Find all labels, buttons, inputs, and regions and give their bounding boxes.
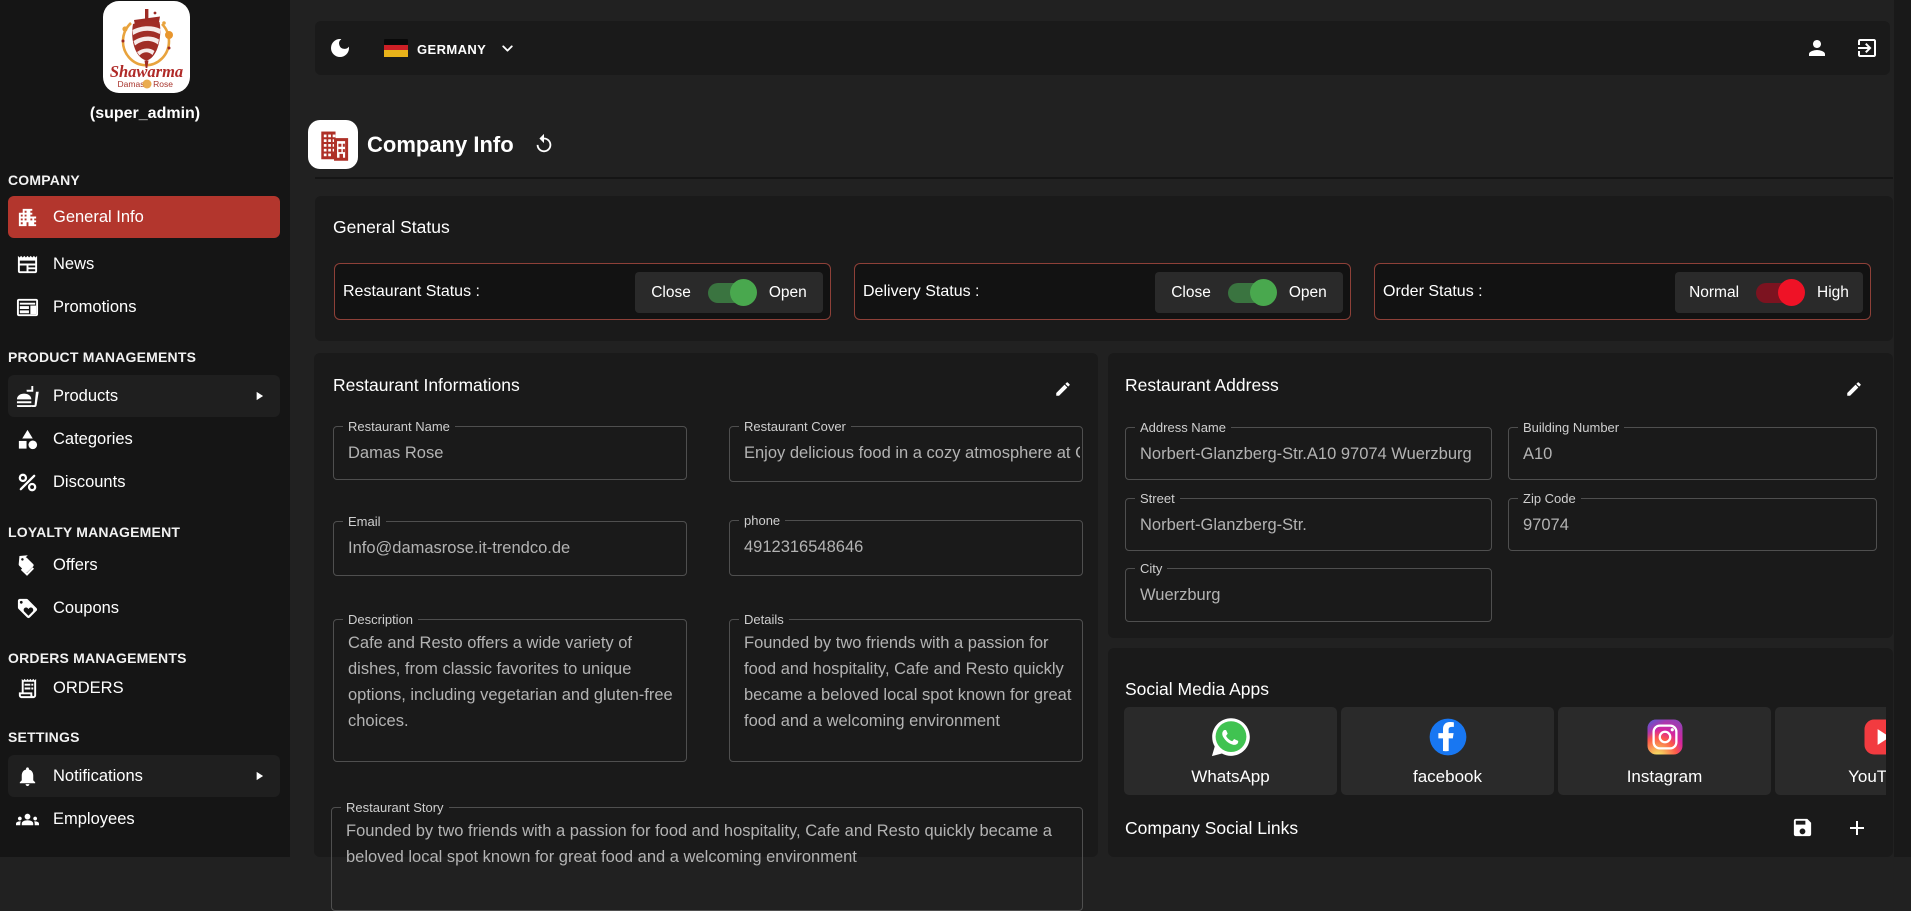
svg-text:Damas: Damas — [118, 79, 145, 89]
svg-text:Rose: Rose — [153, 79, 173, 89]
